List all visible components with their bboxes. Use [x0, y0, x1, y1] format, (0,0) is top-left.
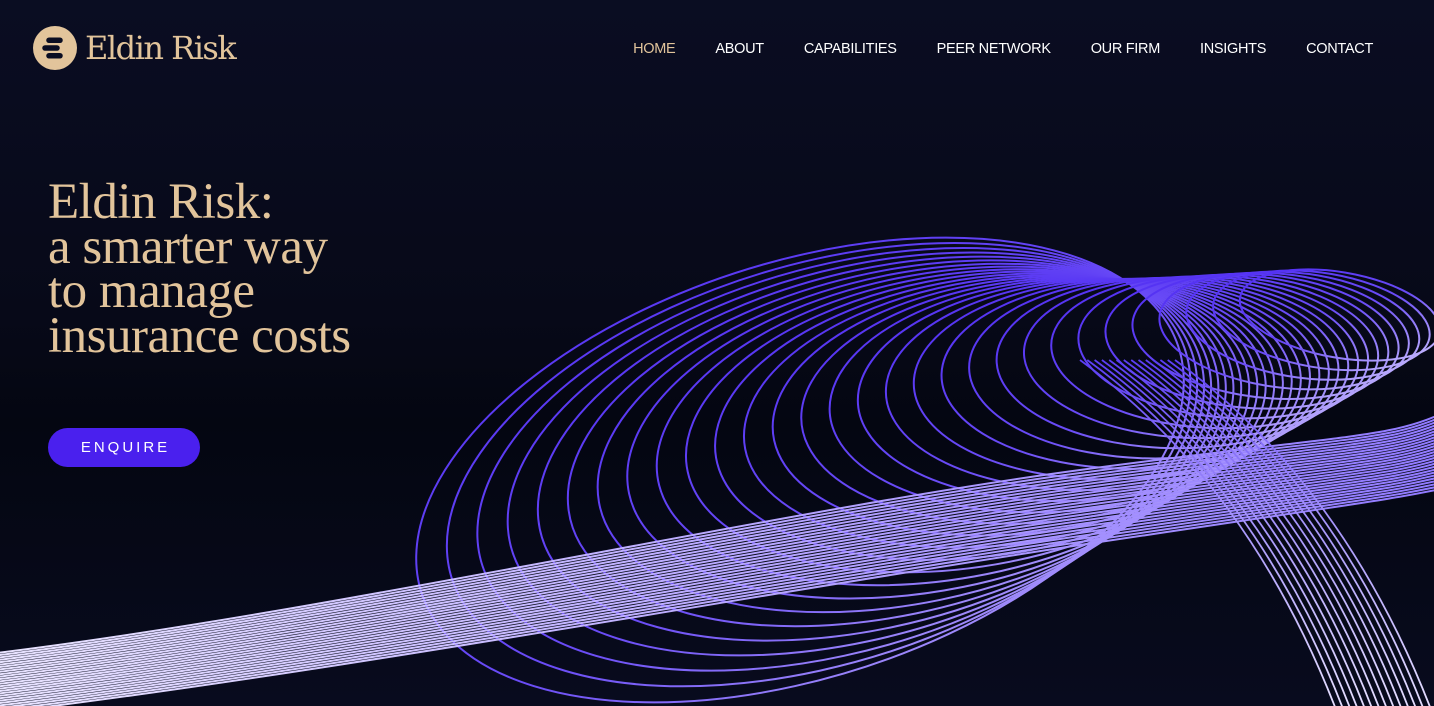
logo-icon	[33, 26, 77, 70]
wave-loop-line	[912, 277, 1321, 481]
wave-loop-line	[1238, 268, 1434, 362]
hero-title-line-4: insurance costs	[48, 307, 351, 364]
main-nav: HOME ABOUT CAPABILITIES PEER NETWORK OUR…	[633, 39, 1373, 59]
hero-title-line-3: to manage	[48, 263, 255, 319]
nav-capabilities[interactable]: CAPABILITIES	[804, 39, 897, 59]
hero-title: Eldin Risk: a smarter way to manage insu…	[48, 174, 351, 364]
hero-title-line-1: Eldin Risk:	[48, 174, 274, 230]
nav-insights[interactable]: INSIGHTS	[1200, 39, 1266, 59]
nav-home[interactable]: HOME	[633, 39, 676, 59]
nav-our-firm[interactable]: OUR FIRM	[1091, 39, 1161, 59]
nav-about[interactable]: ABOUT	[715, 39, 764, 59]
logo-home-link[interactable]: Eldin Risk	[33, 26, 237, 70]
nav-peer-network[interactable]: PEER NETWORK	[937, 39, 1051, 59]
page: Eldin Risk HOME ABOUT CAPABILITIES PEER …	[0, 0, 1434, 706]
wave-diagonal-line	[1108, 359, 1365, 706]
nav-contact[interactable]: CONTACT	[1306, 39, 1373, 59]
logo-wordmark: Eldin Risk	[85, 29, 237, 67]
wave-ribbon-line	[0, 415, 1434, 654]
site-header: Eldin Risk HOME ABOUT CAPABILITIES PEER …	[0, 0, 1434, 96]
enquire-button[interactable]: ENQUIRE	[48, 428, 200, 467]
wave-diagonal-lines	[1079, 359, 1431, 706]
